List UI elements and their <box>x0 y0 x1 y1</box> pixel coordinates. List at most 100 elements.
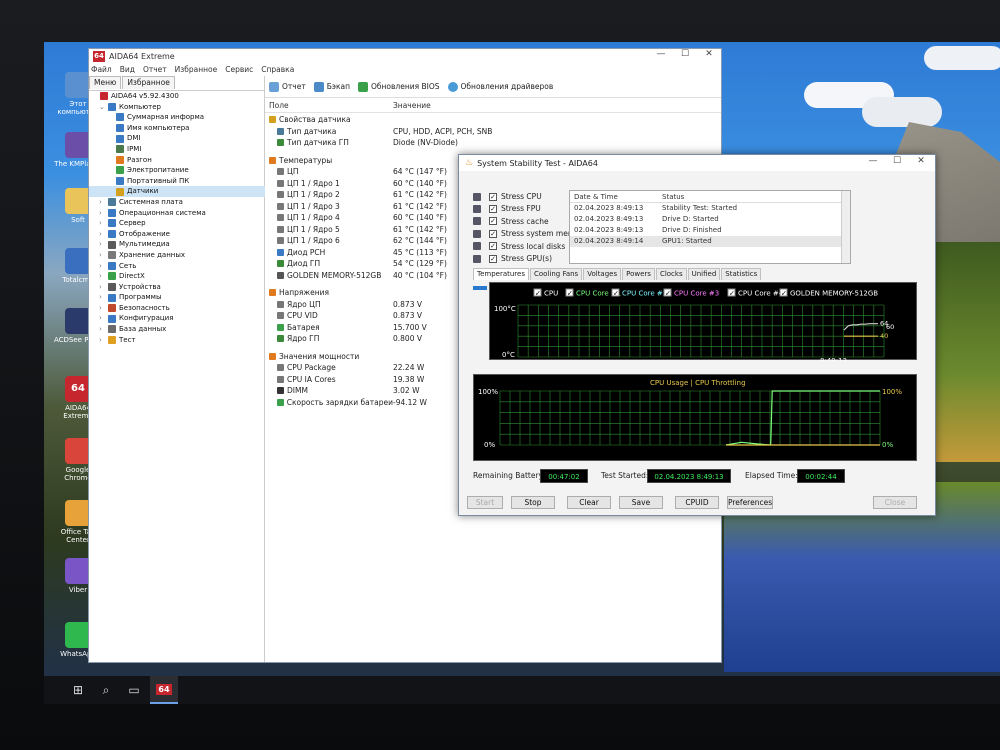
tab-menu[interactable]: Меню <box>89 76 122 89</box>
report-button[interactable]: Отчет <box>269 81 306 92</box>
preferences-button[interactable]: Preferences <box>727 496 773 509</box>
tab-cooling-fans[interactable]: Cooling Fans <box>530 268 583 280</box>
windows-icon[interactable]: ⊞ <box>64 676 92 704</box>
clear-button[interactable]: Clear <box>567 496 611 509</box>
menu-file[interactable]: Файл <box>91 65 112 74</box>
tree-item[interactable]: IPMI <box>89 144 265 155</box>
aida64-taskbar-button[interactable]: 64 <box>150 676 178 704</box>
expand-arrow-icon[interactable]: › <box>99 303 107 314</box>
sensor-row[interactable]: Тип датчика ГП Diode (NV-Diode) <box>265 137 721 149</box>
tab-temperatures[interactable]: Temperatures <box>473 268 529 280</box>
sst-maximize-button[interactable]: ☐ <box>885 156 909 170</box>
tree-item[interactable]: Электропитание <box>89 165 265 176</box>
expand-arrow-icon[interactable]: › <box>99 218 107 229</box>
task-view-icon[interactable]: ▭ <box>120 676 148 704</box>
tab-statistics[interactable]: Statistics <box>721 268 762 280</box>
expand-arrow-icon[interactable]: › <box>99 324 107 335</box>
tab-voltages[interactable]: Voltages <box>583 268 622 280</box>
tree-item[interactable]: › Безопасность <box>89 303 265 314</box>
tree-item[interactable]: Портативный ПК <box>89 176 265 187</box>
legend-item[interactable]: ✓ CPU Core #4 <box>727 288 784 298</box>
cpuid-button[interactable]: CPUID <box>675 496 719 509</box>
bios-update-button[interactable]: Обновления BIOS <box>357 81 440 92</box>
checkbox[interactable]: ✓ <box>489 229 497 238</box>
tree-item[interactable]: › Хранение данных <box>89 250 265 261</box>
tab-clocks[interactable]: Clocks <box>655 268 687 280</box>
expand-arrow-icon[interactable]: › <box>99 292 107 303</box>
expand-arrow-icon[interactable]: › <box>99 239 107 250</box>
tab-powers[interactable]: Powers <box>622 268 655 280</box>
legend-item[interactable]: ✓ CPU Core #3 <box>663 288 719 298</box>
expand-arrow-icon[interactable]: › <box>99 250 107 261</box>
expand-arrow-icon[interactable]: ⌄ <box>99 102 107 113</box>
sst-titlebar[interactable]: ♨ System Stability Test - AIDA64 — ☐ ✕ <box>459 155 935 171</box>
tree-item[interactable]: DMI <box>89 133 265 144</box>
expand-arrow-icon[interactable]: › <box>99 261 107 272</box>
stress-option[interactable]: ✓ Stress CPU <box>473 191 542 202</box>
stop-button[interactable]: Stop <box>511 496 555 509</box>
tree-item[interactable]: AIDA64 v5.92.4300 <box>89 91 265 102</box>
log-row[interactable]: 02.04.2023 8:49:13 Drive D: Finished <box>570 225 850 236</box>
search-icon[interactable]: ⌕ <box>92 676 120 704</box>
tree-item[interactable]: › Конфигурация <box>89 313 265 324</box>
expand-arrow-icon[interactable]: › <box>99 197 107 208</box>
tree-item[interactable]: › Сеть <box>89 261 265 272</box>
tab-favorites[interactable]: Избранное <box>122 76 175 89</box>
maximize-button[interactable]: ☐ <box>673 49 697 63</box>
expand-arrow-icon[interactable]: › <box>99 313 107 324</box>
legend-item[interactable]: ✓ GOLDEN MEMORY-512GB <box>779 288 878 298</box>
stress-option[interactable]: ✓ Stress local disks <box>473 241 565 252</box>
start-button[interactable]: Start <box>467 496 503 509</box>
close-button[interactable]: ✕ <box>697 49 721 63</box>
expand-arrow-icon[interactable]: › <box>99 282 107 293</box>
tree-item[interactable]: Датчики <box>89 186 265 197</box>
expand-arrow-icon[interactable]: › <box>99 335 107 346</box>
sst-close-button[interactable]: ✕ <box>909 156 933 170</box>
checkbox[interactable]: ✓ <box>489 242 497 251</box>
minimize-button[interactable]: — <box>649 49 673 63</box>
tree-item[interactable]: › Тест <box>89 335 265 346</box>
driver-update-button[interactable]: Обновления драйверов <box>447 81 553 92</box>
log-row[interactable]: 02.04.2023 8:49:14 GPU1: Started <box>570 236 850 247</box>
checkbox[interactable]: ✓ <box>489 254 497 263</box>
expand-arrow-icon[interactable]: › <box>99 229 107 240</box>
tree-item[interactable]: Разгон <box>89 155 265 166</box>
menu-tools[interactable]: Сервис <box>225 65 253 74</box>
stress-option[interactable]: ✓ Stress GPU(s) <box>473 253 552 264</box>
checkbox[interactable]: ✓ <box>489 192 497 201</box>
sst-minimize-button[interactable]: — <box>861 156 885 170</box>
aida64-titlebar[interactable]: 64 AIDA64 Extreme — ☐ ✕ <box>89 49 721 63</box>
tab-unified[interactable]: Unified <box>687 268 721 280</box>
backup-button[interactable]: Бэкап <box>313 81 350 92</box>
close-window-button[interactable]: Close <box>873 496 917 509</box>
checkbox[interactable]: ✓ <box>489 204 497 213</box>
tree-item[interactable]: › Отображение <box>89 229 265 240</box>
tree-item[interactable]: › Программы <box>89 292 265 303</box>
menu-help[interactable]: Справка <box>261 65 294 74</box>
tree-item[interactable]: Имя компьютера <box>89 123 265 134</box>
log-row[interactable]: 02.04.2023 8:49:13 Drive D: Started <box>570 214 850 225</box>
menu-favorites[interactable]: Избранное <box>175 65 218 74</box>
section-header[interactable]: Свойства датчика <box>265 114 721 126</box>
checkbox[interactable]: ✓ <box>489 217 497 226</box>
tree-item[interactable]: › DirectX <box>89 271 265 282</box>
log-row[interactable]: 02.04.2023 8:49:13 Stability Test: Starte… <box>570 203 850 214</box>
expand-arrow-icon[interactable]: › <box>99 271 107 282</box>
save-button[interactable]: Save <box>619 496 663 509</box>
menu-report[interactable]: Отчет <box>143 65 167 74</box>
expand-arrow-icon[interactable]: › <box>99 208 107 219</box>
sensor-row[interactable]: Тип датчика CPU, HDD, ACPI, PCH, SNB <box>265 126 721 138</box>
tree-item[interactable]: › База данных <box>89 324 265 335</box>
menu-view[interactable]: Вид <box>120 65 135 74</box>
legend-item[interactable]: ✓ CPU <box>533 288 558 298</box>
column-value[interactable]: Значение <box>393 101 431 112</box>
tree-item[interactable]: › Устройства <box>89 282 265 293</box>
tree-item[interactable]: › Мультимедиа <box>89 239 265 250</box>
tree-item[interactable]: ⌄ Компьютер <box>89 102 265 113</box>
stress-option[interactable]: ✓ Stress cache <box>473 216 549 227</box>
log-scrollbar[interactable] <box>841 191 850 263</box>
tree-item[interactable]: › Операционная система <box>89 208 265 219</box>
stress-option[interactable]: ✓ Stress FPU <box>473 203 541 214</box>
tree-item[interactable]: › Системная плата <box>89 197 265 208</box>
tree-item[interactable]: Суммарная информа <box>89 112 265 123</box>
